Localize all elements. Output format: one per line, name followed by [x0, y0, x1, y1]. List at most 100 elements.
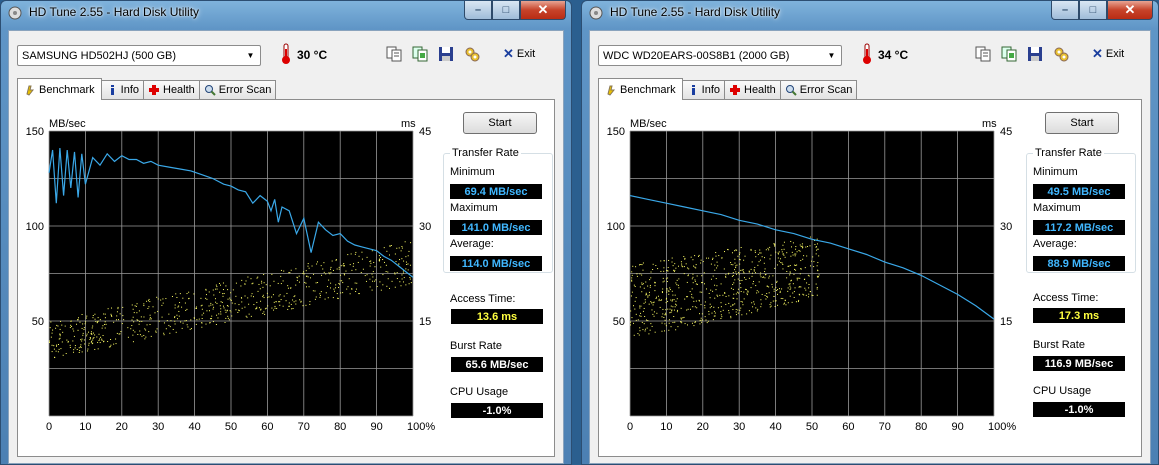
start-button[interactable]: Start	[463, 112, 537, 134]
minimum-value: 49.5 MB/sec	[1033, 184, 1125, 199]
access-time-point	[307, 263, 309, 265]
close-button[interactable]: ✕	[520, 1, 566, 20]
tab-error-scan[interactable]: Error Scan	[779, 80, 858, 99]
access-time-point	[728, 295, 730, 297]
access-time-point	[179, 302, 181, 304]
tab-error-scan-label: Error Scan	[218, 84, 272, 96]
close-button[interactable]: ✕	[1107, 1, 1153, 20]
access-time-point	[760, 306, 762, 308]
access-time-point	[646, 293, 648, 295]
copy-icon[interactable]	[974, 45, 992, 63]
minimize-button[interactable]: –	[1051, 1, 1079, 20]
access-time-point	[222, 289, 224, 291]
tab-info[interactable]: Info	[100, 80, 144, 99]
access-time-point	[740, 291, 742, 293]
title-bar[interactable]: HD Tune 2.55 - Hard Disk Utility – □ ✕	[582, 1, 1158, 25]
access-time-point	[76, 348, 78, 350]
access-time-point	[779, 288, 781, 290]
access-time-point	[786, 252, 788, 254]
maximize-button[interactable]: □	[1079, 1, 1107, 20]
burst-rate-label: Burst Rate	[450, 340, 502, 352]
access-time-point	[398, 247, 400, 249]
drive-select[interactable]: SAMSUNG HD502HJ (500 GB) ▼	[17, 45, 261, 66]
access-time-point	[740, 307, 742, 309]
options-icon[interactable]	[463, 45, 481, 63]
access-time-point	[398, 263, 400, 265]
maximize-button[interactable]: □	[492, 1, 520, 20]
x-tick-label: 30	[152, 421, 164, 433]
access-time-point	[73, 351, 75, 353]
save-icon[interactable]	[1026, 45, 1044, 63]
access-time-point	[793, 291, 795, 293]
access-time-point	[227, 317, 229, 319]
access-time-point	[712, 275, 714, 277]
access-time-point	[178, 310, 180, 312]
access-time-point	[144, 338, 146, 340]
start-button[interactable]: Start	[1045, 112, 1119, 134]
access-time-point	[677, 326, 679, 328]
access-time-point	[657, 268, 659, 270]
tab-info[interactable]: Info	[681, 80, 725, 99]
access-time-point	[705, 288, 707, 290]
access-time-point	[801, 245, 803, 247]
access-time-point	[748, 277, 750, 279]
tab-health[interactable]: Health	[143, 80, 200, 99]
access-time-point	[369, 261, 371, 263]
minimize-button[interactable]: –	[464, 1, 492, 20]
x-tick-label: 70	[879, 421, 891, 433]
access-time-point	[645, 319, 647, 321]
access-time-point	[250, 278, 252, 280]
drive-select[interactable]: WDC WD20EARS-00S8B1 (2000 GB) ▼	[598, 45, 842, 66]
access-time-point	[146, 300, 148, 302]
access-time-point	[117, 306, 119, 308]
access-time-point	[122, 315, 124, 317]
options-icon[interactable]	[1052, 45, 1070, 63]
access-time-point	[727, 273, 729, 275]
access-time-point	[662, 281, 664, 283]
tab-health[interactable]: Health	[724, 80, 781, 99]
access-time-point	[811, 294, 813, 296]
access-time-point	[764, 277, 766, 279]
tab-benchmark[interactable]: Benchmark	[17, 78, 102, 100]
access-time-point	[409, 276, 411, 278]
access-time-point	[718, 255, 720, 257]
access-time-point	[82, 334, 84, 336]
exit-button[interactable]: ✕ Exit	[1092, 45, 1124, 63]
copy-all-icon[interactable]	[1000, 45, 1018, 63]
access-time-point	[781, 288, 783, 290]
access-time-point	[267, 305, 269, 307]
access-time-point	[816, 238, 818, 240]
access-time-point	[319, 293, 321, 295]
save-icon[interactable]	[437, 45, 455, 63]
access-time-point	[74, 345, 76, 347]
access-time-point	[734, 250, 736, 252]
access-time-point	[304, 281, 306, 283]
access-time-point	[131, 319, 133, 321]
tab-benchmark[interactable]: Benchmark	[598, 78, 683, 100]
access-time-point	[241, 301, 243, 303]
access-time-point	[85, 317, 87, 319]
access-time-point	[733, 282, 735, 284]
access-time-point	[800, 268, 802, 270]
access-time-point	[667, 308, 669, 310]
copy-icon[interactable]	[385, 45, 403, 63]
access-time-point	[104, 327, 106, 329]
access-time-point	[371, 289, 373, 291]
access-time-point	[247, 276, 249, 278]
access-time-point	[650, 323, 652, 325]
access-time-point	[779, 258, 781, 260]
access-time-point	[206, 298, 208, 300]
access-time-point	[273, 280, 275, 282]
access-time-point	[806, 282, 808, 284]
tab-error-scan[interactable]: Error Scan	[198, 80, 277, 99]
title-bar[interactable]: HD Tune 2.55 - Hard Disk Utility – □ ✕	[1, 1, 571, 25]
access-time-point	[70, 320, 72, 322]
access-time-point	[754, 251, 756, 253]
exit-button[interactable]: ✕ Exit	[503, 45, 535, 63]
access-time-point	[687, 267, 689, 269]
access-time-point	[403, 277, 405, 279]
access-time-point	[648, 294, 650, 296]
copy-all-icon[interactable]	[411, 45, 429, 63]
access-time-point	[635, 319, 637, 321]
access-time-point	[795, 301, 797, 303]
